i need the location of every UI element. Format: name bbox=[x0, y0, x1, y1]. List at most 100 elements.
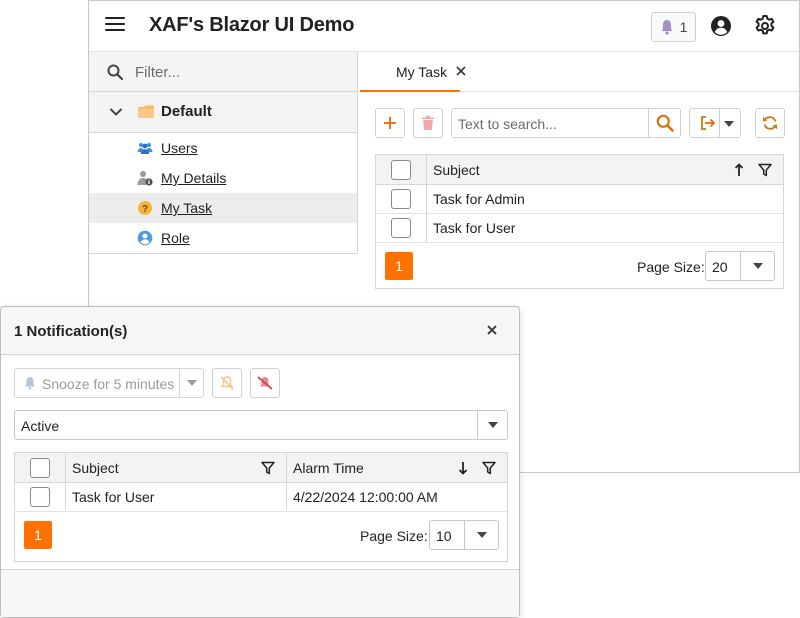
filter-icon[interactable] bbox=[261, 461, 275, 475]
app-header: XAF's Blazor UI Demo 1 bbox=[89, 1, 799, 52]
dialog-footer bbox=[1, 569, 519, 617]
export-icon bbox=[701, 116, 716, 130]
nav-group-label: Default bbox=[161, 103, 212, 120]
chevron-down-icon bbox=[186, 380, 197, 386]
column-header-alarm-time[interactable]: Alarm Time bbox=[293, 460, 364, 476]
folder-icon bbox=[138, 105, 154, 118]
filter-icon[interactable] bbox=[482, 461, 496, 475]
new-button[interactable] bbox=[375, 108, 405, 138]
sidebar-item-label: My Task bbox=[161, 200, 213, 216]
status-select[interactable]: Active bbox=[14, 410, 508, 440]
nav-group-default[interactable]: Default bbox=[89, 92, 357, 133]
search-input[interactable] bbox=[458, 115, 648, 133]
dismiss-all-button[interactable] bbox=[250, 368, 280, 398]
trash-icon bbox=[422, 115, 434, 130]
dialog-body: Snooze for 5 minutes Active Subject Alar… bbox=[1, 356, 519, 569]
dialog-header: 1 Notification(s) bbox=[1, 307, 519, 355]
column-divider bbox=[65, 453, 66, 482]
refresh-icon bbox=[763, 116, 777, 130]
cell-subject: Task for User bbox=[72, 489, 155, 505]
chevron-down-icon[interactable] bbox=[724, 121, 734, 127]
tab-strip: My Task bbox=[360, 52, 799, 92]
bell-off-icon bbox=[220, 376, 234, 390]
table-row[interactable]: Task for User bbox=[376, 214, 783, 243]
sidebar-filter bbox=[89, 52, 357, 92]
table-row[interactable]: Task for User 4/22/2024 12:00:00 AM bbox=[15, 483, 507, 512]
delete-button[interactable] bbox=[413, 108, 443, 138]
pager-page-button[interactable]: 1 bbox=[385, 252, 413, 280]
task-grid: Subject Task for Admin Task for User 1 P… bbox=[375, 154, 784, 289]
search-icon bbox=[656, 114, 674, 132]
column-divider bbox=[426, 185, 427, 213]
snooze-button[interactable]: Snooze for 5 minutes bbox=[14, 368, 204, 398]
column-divider bbox=[286, 483, 287, 511]
sidebar-item-role[interactable]: Role bbox=[89, 223, 357, 253]
row-checkbox[interactable] bbox=[30, 487, 50, 507]
row-checkbox[interactable] bbox=[391, 189, 411, 209]
page-size-dropdown[interactable] bbox=[464, 521, 498, 549]
cell-subject: Task for User bbox=[433, 220, 516, 236]
page-size-value: 20 bbox=[712, 259, 728, 275]
hamburger-menu-icon[interactable] bbox=[105, 17, 125, 35]
app-title: XAF's Blazor UI Demo bbox=[149, 14, 355, 36]
refresh-button[interactable] bbox=[755, 108, 785, 138]
pager-page-button[interactable]: 1 bbox=[24, 521, 52, 549]
notifications-button[interactable]: 1 bbox=[651, 12, 696, 42]
select-all-checkbox[interactable] bbox=[30, 458, 50, 478]
page-size-label: Page Size: bbox=[360, 528, 428, 544]
grid-search-box bbox=[451, 108, 681, 138]
plus-icon bbox=[384, 117, 396, 129]
chevron-down-icon bbox=[487, 422, 498, 428]
search-icon bbox=[107, 64, 123, 80]
sidebar-item-label: My Details bbox=[161, 170, 227, 186]
search-button[interactable] bbox=[648, 109, 680, 137]
close-icon[interactable] bbox=[485, 323, 499, 337]
table-row[interactable]: Task for Admin bbox=[376, 185, 783, 214]
column-header-subject[interactable]: Subject bbox=[433, 162, 480, 178]
user-info-icon bbox=[137, 171, 153, 186]
task-question-icon: ? bbox=[138, 201, 152, 215]
page-size-select[interactable]: 20 bbox=[705, 251, 775, 281]
column-header-subject[interactable]: Subject bbox=[72, 460, 119, 476]
snooze-dropdown[interactable] bbox=[179, 369, 203, 397]
select-all-checkbox[interactable] bbox=[391, 160, 411, 180]
row-checkbox[interactable] bbox=[391, 218, 411, 238]
sidebar-item-my-task[interactable]: ? My Task bbox=[89, 193, 357, 223]
sidebar-item-users[interactable]: Users bbox=[89, 133, 357, 163]
sidebar-item-label: Users bbox=[161, 140, 198, 156]
cell-subject: Task for Admin bbox=[433, 191, 525, 207]
page-size-select[interactable]: 10 bbox=[429, 520, 499, 550]
chevron-down-icon bbox=[476, 532, 487, 538]
notifications-dialog: 1 Notification(s) Snooze for 5 minutes A… bbox=[0, 306, 520, 618]
sort-descending-icon[interactable] bbox=[458, 461, 468, 475]
status-value: Active bbox=[21, 418, 60, 434]
export-button[interactable] bbox=[689, 108, 741, 138]
sort-ascending-icon[interactable] bbox=[734, 163, 744, 177]
role-icon bbox=[137, 230, 153, 246]
sidebar-item-my-details[interactable]: My Details bbox=[89, 163, 357, 193]
sidebar: Default Users My Details ? bbox=[89, 52, 358, 254]
status-dropdown[interactable] bbox=[477, 411, 507, 439]
sidebar-item-label: Role bbox=[161, 230, 190, 246]
close-icon[interactable] bbox=[455, 65, 467, 77]
account-icon[interactable] bbox=[710, 15, 732, 37]
dismiss-button[interactable] bbox=[212, 368, 242, 398]
split-divider bbox=[719, 109, 720, 137]
column-divider bbox=[65, 483, 66, 511]
snooze-label: Snooze for 5 minutes bbox=[42, 376, 175, 392]
gear-icon[interactable] bbox=[753, 14, 777, 38]
svg-text:?: ? bbox=[142, 204, 148, 215]
filter-input[interactable] bbox=[135, 61, 345, 83]
chevron-down-icon bbox=[752, 263, 763, 269]
bell-off-all-icon bbox=[257, 376, 273, 390]
filter-icon[interactable] bbox=[758, 163, 772, 177]
page-size-dropdown[interactable] bbox=[740, 252, 774, 280]
bell-icon bbox=[661, 20, 673, 35]
column-divider bbox=[426, 214, 427, 242]
tab-my-task[interactable]: My Task bbox=[360, 52, 466, 92]
users-icon bbox=[137, 143, 153, 154]
page-size-value: 10 bbox=[436, 528, 452, 544]
cell-alarm-time: 4/22/2024 12:00:00 AM bbox=[293, 489, 438, 505]
grid-toolbar bbox=[375, 108, 785, 138]
chevron-down-icon[interactable] bbox=[109, 107, 123, 117]
